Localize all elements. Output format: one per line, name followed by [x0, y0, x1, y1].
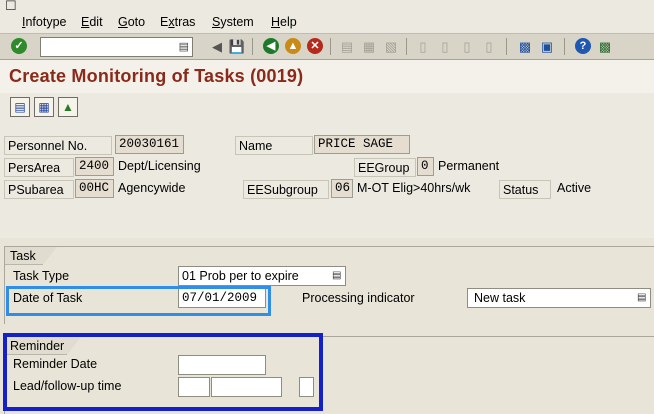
overview-icon[interactable]: ▤: [10, 97, 30, 117]
toolbar-separator: [564, 38, 565, 55]
eegroup-text: Permanent: [438, 159, 500, 173]
previous-page-icon: ▯: [441, 38, 449, 54]
layout-menu-icon[interactable]: ▩: [596, 37, 614, 55]
next-page-icon: ▯: [463, 38, 471, 54]
reminder-highlight: [3, 333, 323, 411]
personnel-no-label: Personnel No.: [4, 136, 112, 155]
personnel-no-value: 20030161: [115, 135, 184, 154]
page-title: Create Monitoring of Tasks (0019): [9, 66, 304, 86]
detail-icon[interactable]: ▦: [34, 97, 54, 117]
menu-infotype-label: nfotype: [25, 15, 67, 29]
find-next-icon: ▧: [384, 38, 398, 54]
menu-edit[interactable]: Edit: [81, 15, 103, 29]
psubarea-code: 00HC: [75, 179, 114, 198]
persarea-code: 2400: [75, 157, 114, 176]
psubarea-text: Agencywide: [118, 181, 186, 195]
command-field[interactable]: ▤: [40, 37, 193, 57]
last-page-icon: ▯: [485, 38, 493, 54]
enter-icon[interactable]: ✓: [10, 37, 28, 55]
menu-help-mnemonic: H: [271, 15, 281, 29]
task-type-dropdown-icon[interactable]: ▤: [332, 270, 342, 282]
menu-edit-label: dit: [89, 15, 103, 29]
command-dropdown-icon[interactable]: ▤: [179, 40, 189, 53]
shortcut-icon[interactable]: ▣: [538, 37, 556, 55]
eegroup-code: 0: [417, 157, 434, 176]
name-value: PRICE SAGE: [314, 135, 410, 154]
new-session-icon[interactable]: ▩: [516, 37, 534, 55]
menu-goto-label: oto: [127, 15, 146, 29]
psubarea-label: PSubarea: [4, 180, 74, 199]
eesubgroup-text: M-OT Elig>40hrs/wk: [357, 181, 471, 195]
task-type-label: Task Type: [13, 269, 70, 283]
back-arrow-icon[interactable]: ◀: [208, 37, 226, 55]
menu-extras-label-end: tras: [174, 15, 196, 29]
help-icon[interactable]: ?: [574, 37, 592, 55]
first-page-icon: ▯: [419, 38, 427, 54]
save-icon[interactable]: 💾: [228, 37, 246, 55]
processing-dropdown-icon[interactable]: ▤: [637, 292, 647, 304]
toolbar-separator: [406, 38, 407, 55]
application-toolbar: [0, 93, 654, 122]
processing-indicator-label: Processing indicator: [302, 291, 415, 305]
cancel-icon[interactable]: ✕: [306, 37, 324, 55]
eesubgroup-label: EESubgroup: [243, 180, 329, 199]
date-of-task-highlight: [6, 286, 271, 316]
menu-system[interactable]: System: [212, 15, 254, 29]
toolbar-separator: [252, 38, 253, 55]
persarea-text: Dept/Licensing: [118, 159, 201, 173]
toolbar-separator: [330, 38, 331, 55]
print-icon: ▤: [340, 38, 354, 54]
task-type-value: 01 Prob per to expire: [182, 269, 299, 283]
persarea-label: PersArea: [4, 158, 74, 177]
graphic-icon[interactable]: ▲: [58, 97, 78, 117]
menu-infotype[interactable]: Infotype: [22, 15, 67, 29]
processing-indicator-value: New task: [474, 291, 526, 305]
status-text: Active: [557, 181, 592, 195]
toolbar-separator: [506, 38, 507, 55]
exit-icon[interactable]: ▲: [284, 37, 302, 55]
name-label: Name: [235, 136, 313, 155]
task-group-label: Task: [5, 247, 57, 265]
status-label: Status: [499, 180, 551, 199]
eesubgroup-code: 06: [331, 179, 353, 198]
find-icon: ▦: [362, 38, 376, 54]
back-icon[interactable]: ◀: [262, 37, 280, 55]
task-type-field[interactable]: 01 Prob per to expire ▤: [178, 266, 346, 286]
system-menu-icon[interactable]: ☐: [5, 0, 21, 12]
menu-help[interactable]: Help: [271, 15, 297, 29]
menu-help-label: elp: [280, 15, 297, 29]
menu-extras[interactable]: Extras: [160, 15, 195, 29]
menu-goto-mnemonic: G: [118, 15, 128, 29]
menu-system-label: ystem: [220, 15, 254, 29]
processing-indicator-field[interactable]: New task ▤: [467, 288, 651, 308]
eegroup-label: EEGroup: [354, 158, 416, 177]
menu-goto[interactable]: Goto: [118, 15, 145, 29]
